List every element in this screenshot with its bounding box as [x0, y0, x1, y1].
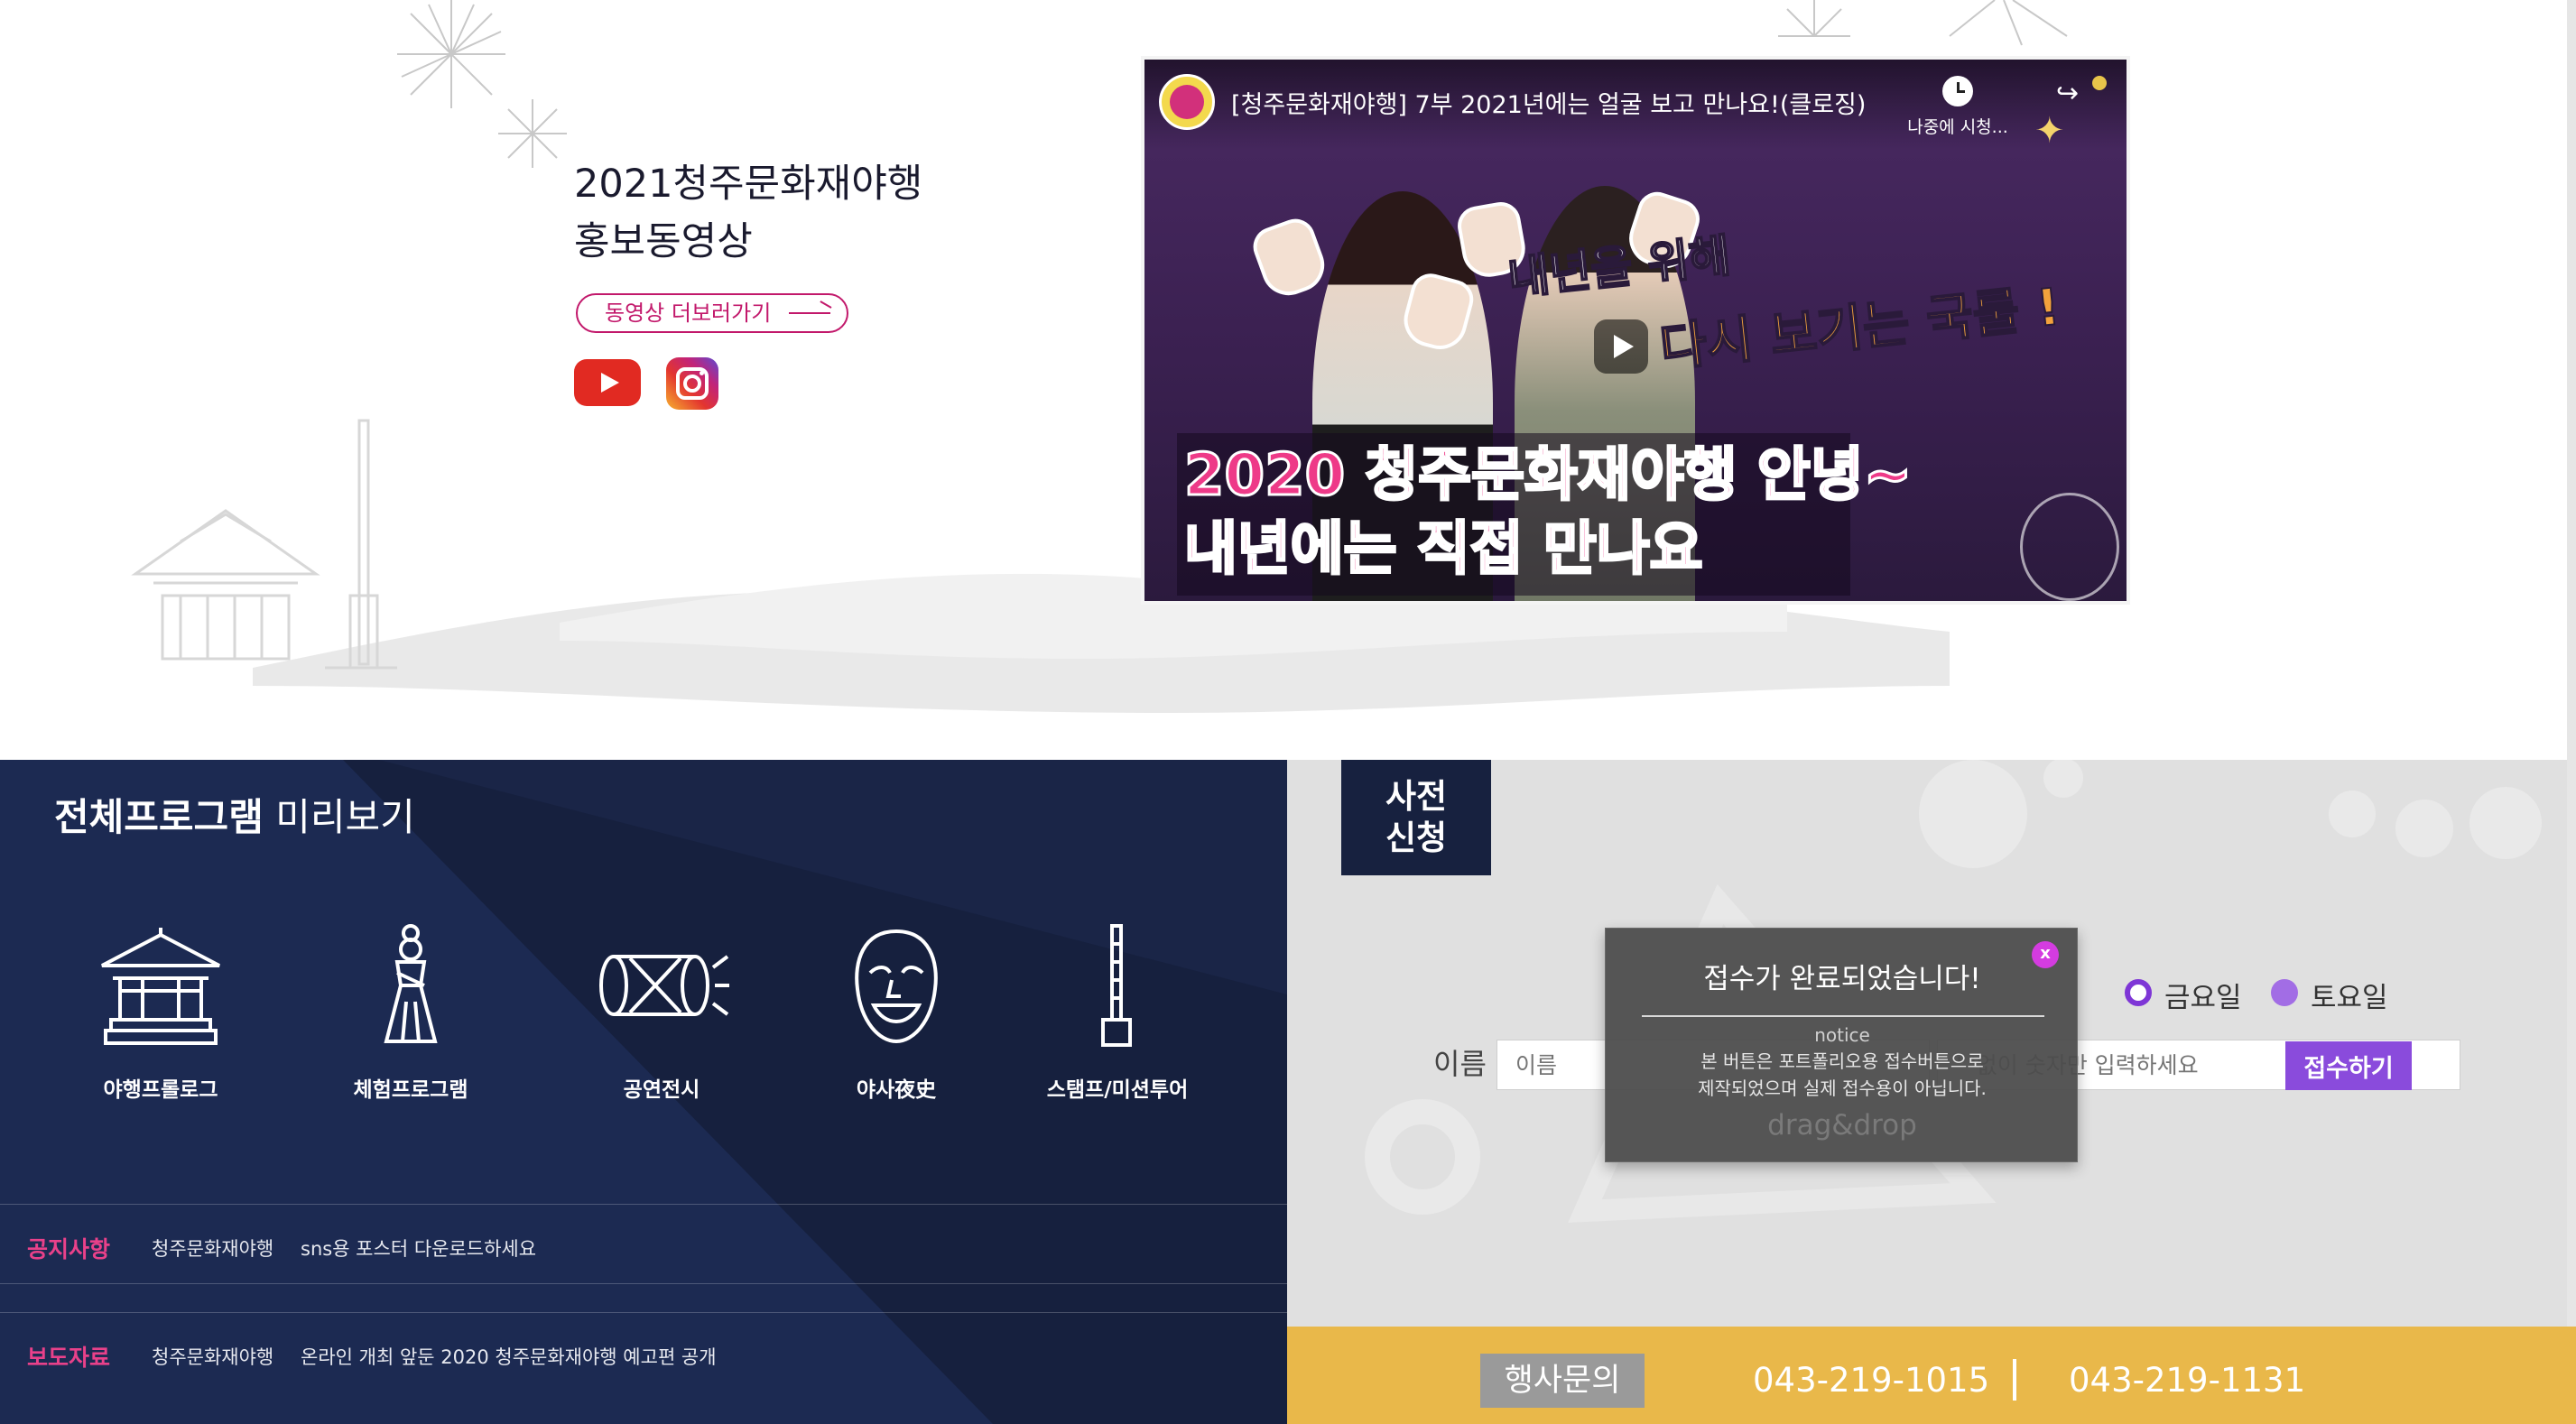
notice-popup[interactable]: x 접수가 완료되었습니다! notice 본 버튼은 포트폴리오용 접수버튼으… [1605, 928, 2078, 1162]
page: 2021청주문화재야행 홍보동영상 동영상 더보러가기 내년을 위해 다시 보기… [0, 0, 2576, 1424]
program-label: 야행프롤로그 [103, 1078, 218, 1102]
video-player[interactable]: 내년을 위해 다시 보기는 국룰 ! 2020 청주문화재야행 안녕~ 내년에는… [1141, 56, 2130, 605]
news-row-press[interactable]: 보도자료 청주문화재야행 온라인 개최 앞둔 2020 청주문화재야행 예고편 … [0, 1312, 1287, 1392]
play-icon [1614, 335, 1634, 358]
inquiry-phone[interactable]: 043-219-1131 [2069, 1361, 2305, 1400]
watch-later-label: 나중에 시청... [1907, 117, 2008, 137]
divider [2013, 1359, 2016, 1401]
news-source: 청주문화재야행 [152, 1238, 274, 1260]
news-category: 보도자료 [27, 1345, 111, 1371]
divider [0, 1283, 1287, 1284]
day-option-label: 토요일 [2311, 982, 2388, 1014]
tree-doodle [2020, 493, 2119, 601]
programs-title-bold: 전체프로그램 [54, 795, 264, 839]
brand-logo-icon: ✦ [2034, 110, 2065, 152]
submit-button[interactable]: 접수하기 [2285, 1041, 2412, 1090]
channel-logo-mark [1170, 85, 1204, 119]
instagram-icon[interactable] [666, 357, 718, 410]
news-text: sns용 포스터 다운로드하세요 [301, 1238, 537, 1260]
divider [1642, 1015, 2044, 1017]
more-videos-label: 동영상 더보러가기 [605, 301, 772, 326]
video-caption: 2020 청주문화재야행 안녕~ [1182, 441, 1913, 511]
program-item-performance[interactable]: 공연전시 [553, 922, 770, 1103]
program-item-history[interactable]: 야사夜史 [788, 922, 1005, 1103]
notice-body: 본 버튼은 포트폴리오용 접수버튼으로 제작되었으며 실제 접수용이 아닙니다. [1698, 1050, 1987, 1099]
programs-title-light: 미리보기 [263, 795, 415, 839]
youtube-icon[interactable] [574, 359, 641, 406]
promo-title: 2021청주문화재야행 홍보동영상 [574, 162, 923, 264]
more-videos-button[interactable]: 동영상 더보러가기 [576, 293, 848, 333]
pre-registration-tag: 사전 신청 [1341, 760, 1491, 875]
watch-later-button[interactable]: 나중에 시청... [1899, 76, 2016, 138]
instagram-lens [683, 374, 701, 393]
video-caption: 내년에는 직접 만나요 [1182, 515, 1703, 585]
day-option-label: 금요일 [2164, 982, 2242, 1014]
program-label: 공연전시 [623, 1078, 700, 1102]
program-label: 야사夜史 [856, 1078, 937, 1102]
drag-handle[interactable]: drag&drop [1606, 1109, 2079, 1142]
instagram-dot [700, 371, 704, 375]
news-source: 청주문화재야행 [152, 1346, 274, 1368]
programs-section: 전체프로그램 미리보기 야행프롤로그 체험프로그램 공연전시 야사夜史 스탬프/… [0, 760, 1287, 1424]
program-item-stamp-tour[interactable]: 스탬프/미션투어 [1009, 922, 1226, 1103]
program-label: 체험프로그램 [353, 1078, 468, 1102]
news-row-notice[interactable]: 공지사항 청주문화재야행 sns용 포스터 다운로드하세요 [0, 1204, 1287, 1283]
mask-icon [855, 929, 938, 1044]
clock-icon [1942, 76, 1973, 106]
brand-badge-icon [2092, 76, 2107, 90]
notice-title: 접수가 완료되었습니다! [1703, 963, 1981, 995]
share-arrow-icon: ↪ [2056, 78, 2080, 109]
inquiry-label: 행사문의 [1480, 1354, 1645, 1408]
pavilion-icon [101, 928, 220, 1045]
drum-icon [599, 955, 729, 1016]
iron-flagpole-icon [1101, 924, 1132, 1047]
program-item-prologue[interactable]: 야행프롤로그 [52, 922, 269, 1103]
share-button[interactable]: ↪ ✦ [2029, 72, 2110, 152]
news-category: 공지사항 [27, 1236, 111, 1262]
radio-selected-icon [2125, 979, 2152, 1006]
scrollbar-track[interactable] [2567, 0, 2576, 1327]
notice-subtitle: notice [1814, 1024, 1870, 1046]
channel-avatar[interactable] [1159, 74, 1215, 130]
hanbok-figure-icon [384, 924, 438, 1043]
video-title[interactable]: [청주문화재야행] 7부 2021년에는 얼굴 보고 만나요!(클로징) [1231, 85, 1866, 120]
inquiry-bar: 행사문의 043-219-1015 043-219-1131 [1287, 1327, 2576, 1424]
play-button[interactable] [1594, 319, 1648, 374]
programs-title: 전체프로그램 미리보기 [54, 787, 415, 842]
arrow-right-icon [789, 312, 830, 314]
program-label: 스탬프/미션투어 [1046, 1078, 1189, 1102]
pavilion-lineart-icon [131, 419, 397, 670]
inquiry-phone[interactable]: 043-219-1015 [1753, 1361, 1989, 1400]
name-label: 이름 [1433, 1047, 1487, 1081]
program-item-experience[interactable]: 체험프로그램 [302, 922, 519, 1103]
radio-icon [2271, 979, 2298, 1006]
news-text: 온라인 개최 앞둔 2020 청주문화재야행 예고편 공개 [301, 1346, 717, 1368]
play-triangle [601, 373, 619, 393]
promo-section: 2021청주문화재야행 홍보동영상 동영상 더보러가기 내년을 위해 다시 보기… [0, 0, 2576, 760]
